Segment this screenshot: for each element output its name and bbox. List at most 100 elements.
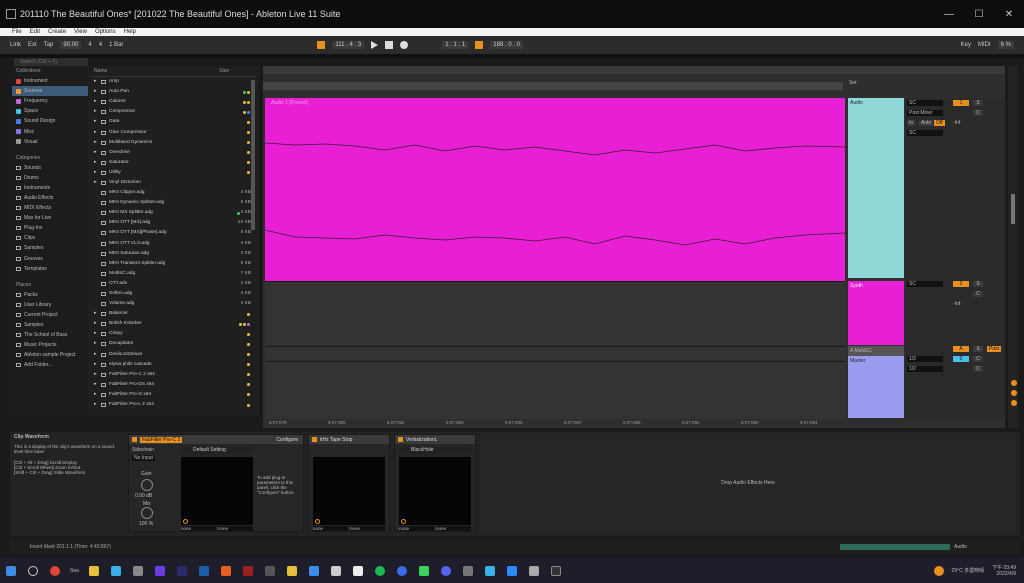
arm-button-1[interactable]: C xyxy=(973,110,983,116)
category-item[interactable]: Sounds xyxy=(12,163,88,173)
app-icon[interactable] xyxy=(110,565,121,576)
chrome-icon[interactable] xyxy=(50,565,60,576)
expand-arrow-icon[interactable]: ▸ xyxy=(94,158,98,168)
volume-readout-2[interactable]: -Inf xyxy=(953,301,960,307)
menu-file[interactable]: File xyxy=(12,29,22,35)
expand-arrow-icon[interactable]: ▸ xyxy=(94,339,98,349)
zoom-icon[interactable] xyxy=(506,565,517,576)
overview-bar[interactable] xyxy=(263,66,1005,74)
track-header-return[interactable]: A MultiSC xyxy=(848,346,904,356)
device-on-icon[interactable] xyxy=(132,437,137,442)
browser-item[interactable]: ▸ FabFilter Pro-C 2 x64 xyxy=(90,370,255,380)
plugin-param-select[interactable]: none xyxy=(313,526,348,531)
browser-search-input[interactable]: Search (Ctrl + F) xyxy=(14,58,88,66)
plugin-param-select[interactable]: none xyxy=(399,526,434,531)
collection-item[interactable]: Sound Design xyxy=(12,116,88,126)
browser-item[interactable]: OTT.adv 2 KB xyxy=(90,279,255,289)
category-item[interactable]: Max for Live xyxy=(12,213,88,223)
word-icon[interactable] xyxy=(308,565,319,576)
place-item[interactable]: The School of Bass xyxy=(12,330,88,340)
collection-item[interactable]: Instrument xyxy=(12,76,88,86)
scrub-area[interactable] xyxy=(263,82,843,90)
browser-item[interactable]: MKII MS Splitter.adg 3 KB xyxy=(90,208,255,218)
browser-item[interactable]: ▸ Auto Pan xyxy=(90,87,255,97)
solo-button-2[interactable]: S xyxy=(973,281,983,287)
category-item[interactable]: Drums xyxy=(12,173,88,183)
expand-arrow-icon[interactable]: ▸ xyxy=(94,87,98,97)
preset-select[interactable]: BlackHole xyxy=(399,447,471,455)
browser-item[interactable]: ▸ Overdrive xyxy=(90,148,255,158)
expand-arrow-icon[interactable]: ▸ xyxy=(94,128,98,138)
illustrator-icon[interactable] xyxy=(220,565,231,576)
position-field[interactable]: 111 . 4 . 3 xyxy=(332,41,365,49)
vertical-scrollbar[interactable] xyxy=(1008,66,1018,428)
device-on-icon[interactable] xyxy=(312,437,317,442)
browser-item[interactable]: Soften.adg 4 KB xyxy=(90,289,255,299)
taskbar-search-text[interactable]: Sea xyxy=(70,568,79,574)
track-header-master[interactable]: Master xyxy=(848,356,904,418)
configure-button[interactable]: Configure xyxy=(274,436,300,443)
browser-item[interactable]: MultiSC.adg 7 KB xyxy=(90,269,255,279)
expand-arrow-icon[interactable]: ▸ xyxy=(94,178,98,188)
key-button[interactable]: Key xyxy=(961,42,971,48)
expand-arrow-icon[interactable]: ▸ xyxy=(94,107,98,117)
browser-item[interactable]: ▸ elysia phils cascade xyxy=(90,360,255,370)
sidechain-select[interactable]: SC xyxy=(907,130,943,136)
tap-button[interactable]: Tap xyxy=(44,42,54,48)
loop-icon[interactable] xyxy=(475,41,484,49)
master-activator[interactable]: 0 xyxy=(953,356,969,362)
track-selector[interactable] xyxy=(840,544,950,550)
ext-button[interactable]: Ext xyxy=(28,42,37,48)
browser-item[interactable]: MKII OTT [MS][Phase].adg 6 KB xyxy=(90,228,255,238)
search-icon[interactable] xyxy=(28,565,38,576)
synth-input-select[interactable]: SC xyxy=(907,281,943,287)
size-column-header[interactable]: Size xyxy=(219,68,229,74)
menu-create[interactable]: Create xyxy=(48,29,66,35)
category-item[interactable]: Clips xyxy=(12,233,88,243)
browser-item[interactable]: ▸ Cabinet xyxy=(90,97,255,107)
place-item[interactable]: Add Folder... xyxy=(12,360,88,370)
sig-den[interactable]: 4 xyxy=(99,42,102,48)
monitor-auto-button[interactable]: Auto xyxy=(919,120,934,126)
browser-item[interactable]: ▸ DevilLocDeluxe xyxy=(90,350,255,360)
browser-item[interactable]: ▸ Gate xyxy=(90,117,255,127)
folder-icon[interactable] xyxy=(286,565,297,576)
record-icon[interactable] xyxy=(400,41,409,49)
overlay-button-icon[interactable] xyxy=(1011,390,1017,396)
track-header-audio[interactable]: Audio xyxy=(848,98,904,278)
browser-item[interactable]: ▸ Glue Compressor xyxy=(90,127,255,137)
browser-item[interactable]: MKII Saturator.adg 3 KB xyxy=(90,249,255,259)
return-lane[interactable] xyxy=(265,346,845,360)
loop-start-field[interactable]: 1 . 1 . 1 xyxy=(442,41,469,49)
audio-tab-label[interactable]: Audio xyxy=(954,541,967,553)
app-icon[interactable] xyxy=(352,565,363,576)
arm-button-2[interactable]: C xyxy=(973,291,983,297)
track-header-synth[interactable]: Synth xyxy=(848,281,904,345)
synth-lane[interactable] xyxy=(265,281,845,345)
line-icon[interactable] xyxy=(418,565,429,576)
app-icon[interactable] xyxy=(132,565,143,576)
solo-button-1[interactable]: S xyxy=(973,100,983,106)
quantize-select[interactable]: 1 Bar xyxy=(109,42,123,48)
device-title[interactable]: VerbalizationL xyxy=(406,437,437,443)
browser-item[interactable]: ▸ Utility xyxy=(90,168,255,178)
plugin-power-icon[interactable] xyxy=(401,519,406,524)
browser-item[interactable]: MKII OTT [MS].adg 22 KB xyxy=(90,218,255,228)
browser-item[interactable]: MKII Dynamic Splitter.adg 5 KB xyxy=(90,198,255,208)
browser-item[interactable]: MKII Clipper.adg 3 KB xyxy=(90,188,255,198)
browser-scrollbar[interactable] xyxy=(251,80,255,230)
master-route-2[interactable]: 1/2 xyxy=(907,366,943,372)
link-button[interactable]: Link xyxy=(10,42,21,48)
expand-arrow-icon[interactable]: ▸ xyxy=(94,400,98,410)
photoshop-icon[interactable] xyxy=(198,565,209,576)
expand-arrow-icon[interactable]: ▸ xyxy=(94,77,98,87)
track-activator-return[interactable]: A xyxy=(953,346,969,352)
browser-item[interactable]: ▸ Vinyl Distortion xyxy=(90,178,255,188)
app-icon[interactable] xyxy=(484,565,495,576)
app-icon[interactable] xyxy=(528,565,539,576)
tempo-field[interactable]: 90.00 xyxy=(60,41,82,49)
device-title[interactable]: FabFilter Pro-C 2 xyxy=(140,436,183,443)
clock-time[interactable]: 下午 03:49 xyxy=(992,564,1016,571)
weather-text[interactable]: 29°C 多雲時晴 xyxy=(952,567,985,574)
category-item[interactable]: Grooves xyxy=(12,254,88,264)
